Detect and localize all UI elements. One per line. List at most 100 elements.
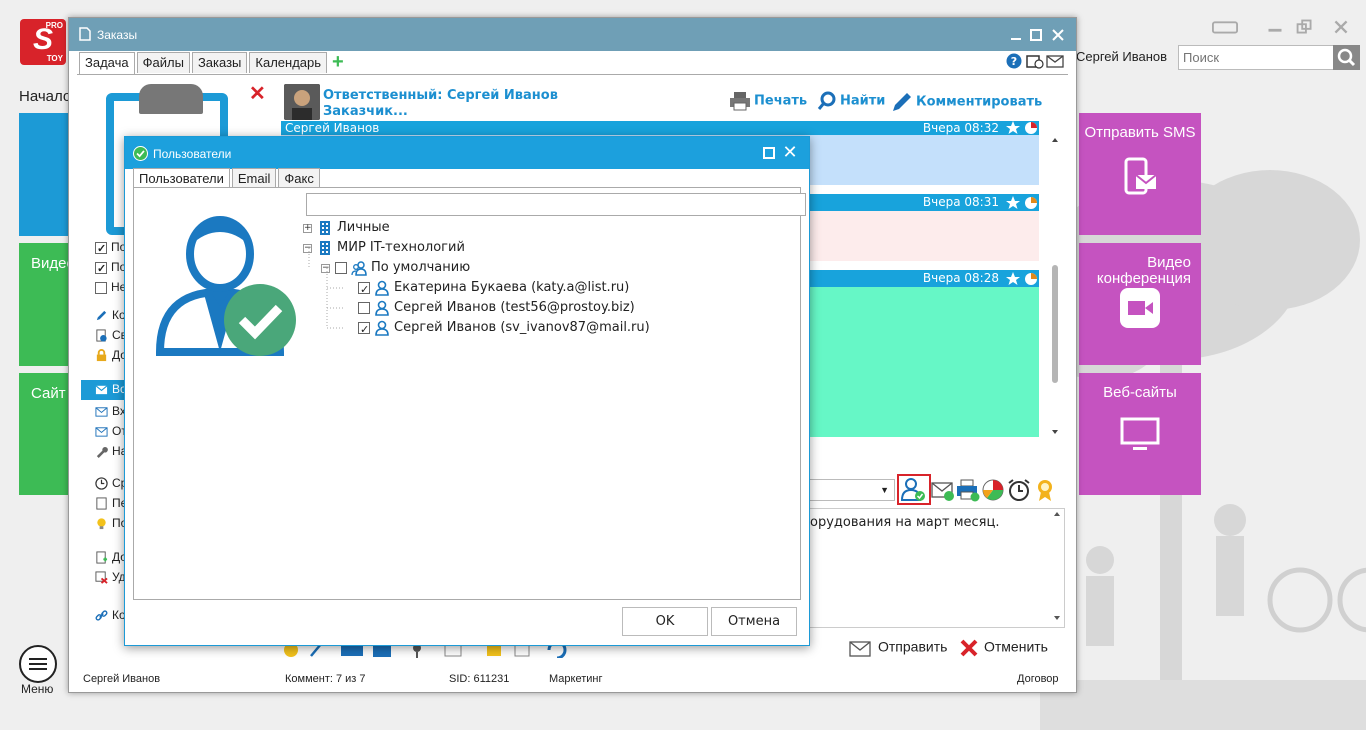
status-comments: Коммент: 7 из 7 xyxy=(285,673,366,685)
tab-task[interactable]: Задача xyxy=(79,52,135,74)
comment-time: Вчера 08:31 xyxy=(922,195,999,209)
comment-time: Вчера 08:28 xyxy=(922,271,999,285)
pencil-icon xyxy=(96,311,107,321)
close-icon[interactable] xyxy=(1328,19,1354,35)
checkbox[interactable] xyxy=(95,281,107,294)
find-button[interactable]: Найти xyxy=(817,91,885,111)
tab-email[interactable]: Email xyxy=(231,168,277,188)
cancel-comment-button[interactable]: Отменить xyxy=(959,638,1048,658)
user-icon xyxy=(375,300,389,316)
checkbox[interactable] xyxy=(95,260,107,278)
pie-chart-icon[interactable] xyxy=(981,478,1005,502)
menu-icon-line xyxy=(29,668,47,670)
search-button[interactable] xyxy=(1333,45,1360,70)
menu-button[interactable] xyxy=(19,645,57,683)
award-icon[interactable] xyxy=(1033,478,1057,502)
tab-users[interactable]: Пользователи xyxy=(133,168,230,188)
comment-text-area[interactable]: борудования на март месяц. xyxy=(793,508,1065,628)
tile-blue[interactable] xyxy=(19,113,71,236)
dialog-tabs: Пользователи Email Факс xyxy=(133,168,322,188)
outbox-icon xyxy=(95,427,108,437)
comment-header[interactable]: Сергей Иванов Вчера 08:32 xyxy=(281,121,1039,135)
window-title: Заказы xyxy=(97,28,138,42)
alarm-clock-icon[interactable] xyxy=(1007,478,1031,502)
users-dialog: Пользователи ✕ Пользователи Email Факс +… xyxy=(124,136,810,646)
clock-icon xyxy=(95,477,108,491)
tab-calendar[interactable]: Календарь xyxy=(249,52,328,73)
textarea-scrollbar[interactable] xyxy=(1053,512,1061,622)
current-user-name[interactable]: Сергей Иванов xyxy=(1076,49,1167,64)
keyboard-icon[interactable] xyxy=(1212,19,1238,35)
users-panel: + Личные − МИР IT-технологий − По умолчанию… xyxy=(133,187,806,600)
users-filter-input[interactable] xyxy=(306,193,806,216)
star-chart-icon[interactable] xyxy=(1005,271,1039,287)
status-bar: Сергей Иванов Коммент: 7 из 7 SID: 61123… xyxy=(69,668,1076,692)
tab-files[interactable]: Файлы xyxy=(136,52,190,73)
tile-site[interactable]: Сайт xyxy=(19,373,71,495)
user-icon xyxy=(375,280,389,296)
minimize-icon[interactable] xyxy=(1009,28,1023,42)
user-label: Сергей Иванов (test56@prostoy.biz) xyxy=(394,300,635,315)
tile-video-conference[interactable]: Видео конференция xyxy=(1079,243,1201,365)
wrench-icon xyxy=(96,447,108,459)
task-responsible[interactable]: Ответственный: Сергей Иванов Заказчик... xyxy=(323,88,558,120)
logo-text-top: PRO xyxy=(45,21,63,30)
tab-orders[interactable]: Заказы xyxy=(191,52,248,73)
tree-connector-lines xyxy=(308,248,344,329)
chevron-down-icon: ▼ xyxy=(880,485,889,495)
search-input[interactable] xyxy=(1178,45,1334,70)
tile-site-label: Сайт xyxy=(31,385,66,402)
tab-fax[interactable]: Факс xyxy=(278,168,320,188)
tree-user-row[interactable]: Екатерина Букаева (katy.a@list.ru) xyxy=(358,278,629,300)
dialog-close-icon[interactable]: ✕ xyxy=(781,142,799,162)
maximize-icon[interactable] xyxy=(761,145,777,161)
star-chart-icon[interactable] xyxy=(1005,120,1039,136)
tree-user-row[interactable]: Сергей Иванов (sv_ivanov87@mail.ru) xyxy=(358,318,650,340)
calendar-clock-icon[interactable] xyxy=(1026,53,1044,69)
checkbox[interactable] xyxy=(95,240,107,258)
user-icon xyxy=(375,320,389,336)
document-icon xyxy=(96,497,107,510)
send-button[interactable]: Отправить xyxy=(849,638,947,658)
comment-button[interactable]: Комментировать xyxy=(891,91,1042,113)
monitor-icon xyxy=(1120,417,1160,450)
dialog-titlebar[interactable]: Пользователи ✕ xyxy=(125,137,809,169)
cancel-button[interactable]: Отмена xyxy=(711,607,797,636)
tile-send-sms[interactable]: Отправить SMS xyxy=(1079,113,1201,235)
help-icon[interactable]: ? xyxy=(1006,53,1022,69)
tree-user-row[interactable]: Сергей Иванов (test56@prostoy.biz) xyxy=(358,298,635,318)
tile-websites-label: Веб-сайты xyxy=(1103,384,1177,401)
main-tabs: Задача Файлы Заказы Календарь + xyxy=(79,52,348,74)
clipboard-clip-icon xyxy=(139,84,203,114)
ok-button[interactable]: OK xyxy=(622,607,708,636)
inbox-icon xyxy=(95,407,108,417)
minimize-icon[interactable] xyxy=(1262,19,1288,35)
comment-author: Сергей Иванов xyxy=(285,121,380,135)
app-logo: PRO S TOY xyxy=(20,19,66,65)
mail-icon[interactable] xyxy=(1046,55,1064,68)
cancel-x-icon xyxy=(960,639,978,657)
status-type: Договор xyxy=(1017,673,1059,685)
tile-websites[interactable]: Веб-сайты xyxy=(1079,373,1201,495)
tile-video-label: Видео xyxy=(31,255,71,272)
select-users-button[interactable] xyxy=(897,474,931,505)
tile-video[interactable]: Видео xyxy=(19,243,71,366)
scrollbar-thumb[interactable] xyxy=(1052,265,1058,383)
maximize-icon[interactable] xyxy=(1029,28,1043,42)
svg-text:?: ? xyxy=(1011,55,1017,68)
window-titlebar[interactable]: Заказы xyxy=(69,18,1076,51)
user-check-illustration-icon xyxy=(155,216,296,356)
print-button[interactable]: Печать xyxy=(729,91,807,111)
home-label[interactable]: Начало xyxy=(19,88,71,105)
fax-print-icon[interactable] xyxy=(956,478,980,502)
lock-icon xyxy=(96,349,107,362)
check-circle-icon xyxy=(133,146,148,161)
customer-label: Заказчик... xyxy=(323,104,408,119)
mail-check-icon[interactable] xyxy=(931,478,955,502)
restore-icon[interactable] xyxy=(1292,19,1318,35)
find-label: Найти xyxy=(840,93,886,109)
delete-icon[interactable]: ✕ xyxy=(249,81,266,106)
star-chart-icon[interactable] xyxy=(1005,195,1039,211)
close-icon[interactable] xyxy=(1051,28,1065,42)
add-tab-icon[interactable]: + xyxy=(332,52,348,72)
